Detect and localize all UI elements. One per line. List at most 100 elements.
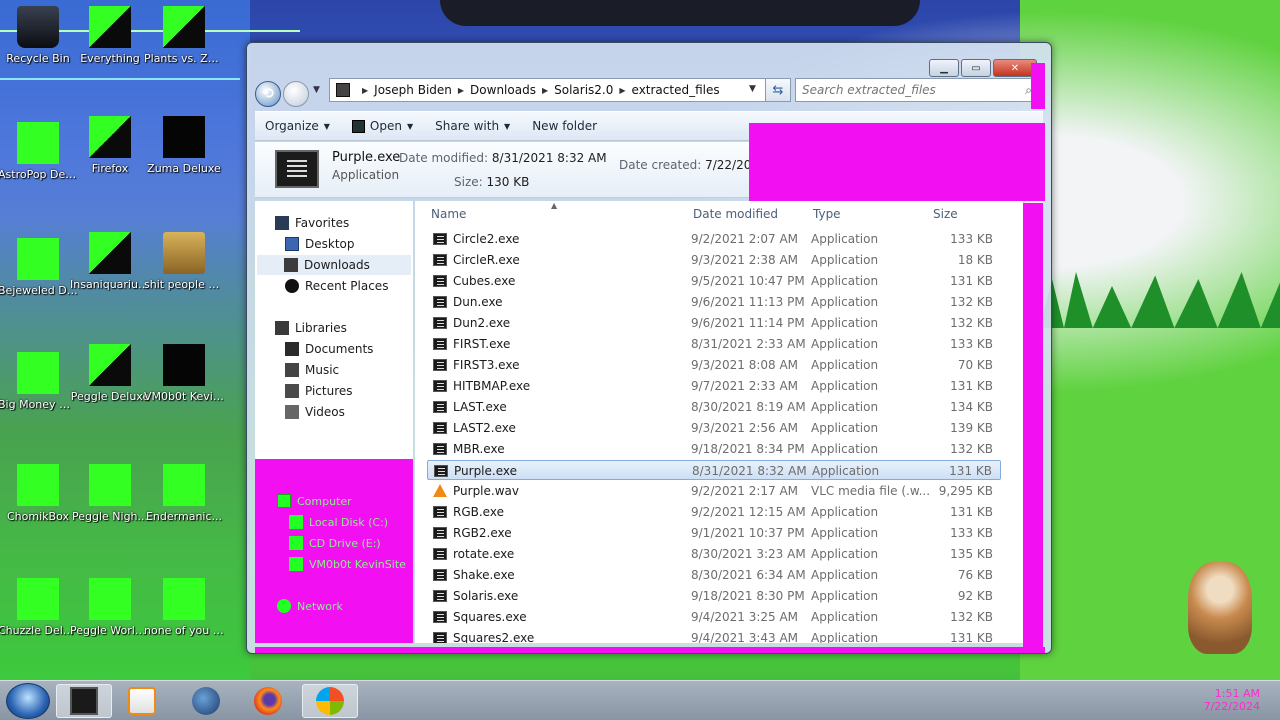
nav-videos[interactable]: Videos (285, 402, 345, 422)
taskbar-item-firefox[interactable] (240, 684, 296, 718)
desktop-icon-big-money[interactable]: Big Money Deluxe (0, 348, 78, 428)
nav-music[interactable]: Music (285, 360, 339, 380)
taskbar-item-media-player[interactable] (114, 684, 170, 718)
file-row[interactable]: Squares.exe 9/4/2021 3:25 AM Application 13… (427, 607, 1001, 627)
breadcrumb-user[interactable]: Joseph Biden (374, 83, 452, 97)
share-with-button[interactable]: Share with ▼ (435, 119, 510, 133)
nav-cd-drive[interactable]: CD Drive (E:) (289, 533, 381, 553)
desktop-icon-everything[interactable]: Everything (72, 2, 148, 82)
taskbar-item-explorer[interactable] (56, 684, 112, 718)
desktop-icon-folder-people[interactable]: shit people asked me ... (144, 228, 224, 308)
exe-icon (433, 527, 447, 539)
file-row[interactable]: Dun2.exe 9/6/2021 11:14 PM Application 132 … (427, 313, 1001, 333)
chevron-right-icon[interactable]: ▶ (542, 86, 548, 95)
forward-button[interactable] (283, 81, 309, 107)
file-row[interactable]: FIRST.exe 8/31/2021 2:33 AM Application 133… (427, 334, 1001, 354)
chevron-down-icon: ▼ (323, 121, 330, 131)
file-row[interactable]: Solaris.exe 9/18/2021 8:30 PM Application 9… (427, 586, 1001, 606)
maximize-button[interactable]: ▭ (961, 59, 991, 77)
file-row[interactable]: MBR.exe 9/18/2021 8:34 PM Application 132 K… (427, 439, 1001, 459)
nav-vm-share[interactable]: VM0b0t KevinSite (289, 554, 406, 574)
peggle-world-icon (89, 578, 131, 620)
nav-network[interactable]: Network (277, 596, 343, 616)
breadcrumb-extracted-files[interactable]: extracted_files (632, 83, 720, 97)
search-input[interactable] (802, 83, 1002, 97)
desktop-icon-firefox[interactable]: Firefox (72, 112, 148, 192)
file-row[interactable]: HITBMAP.exe 9/7/2021 2:33 AM Application 13… (427, 376, 1001, 396)
column-header-date-modified[interactable]: Date modified (693, 207, 778, 221)
file-row[interactable]: Purple.exe 8/31/2021 8:32 AM Application 13… (427, 460, 1001, 480)
nav-favorites[interactable]: Favorites (275, 213, 349, 233)
desktop-icon-bejeweled[interactable]: Bejeweled Deluxe (0, 234, 78, 314)
breadcrumb[interactable]: ▶ Joseph Biden ▶ Downloads ▶ Solaris2.0 … (329, 78, 777, 102)
desktop-icon-chuzzle[interactable]: Chuzzle Deluxe (0, 574, 78, 654)
file-name: Cubes.exe (453, 274, 516, 288)
chevron-right-icon[interactable]: ▶ (362, 86, 368, 95)
exe-icon (433, 506, 447, 518)
desktop-icon-astropop[interactable]: AstroPop Deluxe (0, 118, 78, 198)
new-folder-button[interactable]: New folder (532, 119, 597, 133)
nav-local-disk[interactable]: Local Disk (C:) (289, 512, 388, 532)
window-controls: ▁ ▭ ✕ (929, 59, 1037, 77)
system-clock[interactable]: 1:51 AM 7/22/2024 (1204, 687, 1260, 713)
desktop-icon-endermanic[interactable]: Endermanic... (146, 460, 222, 540)
minimize-button[interactable]: ▁ (929, 59, 959, 77)
file-size: 132 KB (950, 442, 993, 456)
file-row[interactable]: LAST2.exe 9/3/2021 2:56 AM Application 139 … (427, 418, 1001, 438)
column-header-size[interactable]: Size (933, 207, 958, 221)
open-button[interactable]: Open ▼ (351, 119, 413, 133)
desktop-icon-vm0b0t[interactable]: VM0b0t KevinSite (144, 340, 224, 420)
file-type: Application (811, 610, 879, 624)
file-row[interactable]: RGB.exe 9/2/2021 12:15 AM Application 131 K… (427, 502, 1001, 522)
file-row[interactable]: CircleR.exe 9/3/2021 2:38 AM Application 18… (427, 250, 1001, 270)
search-box[interactable]: ⌕ (795, 78, 1039, 102)
file-row[interactable]: LAST.exe 8/30/2021 8:19 AM Application 134 … (427, 397, 1001, 417)
exe-icon (433, 338, 447, 350)
taskbar-item-globe[interactable] (178, 684, 234, 718)
file-row[interactable]: RGB2.exe 9/1/2021 10:37 PM Application 133 … (427, 523, 1001, 543)
file-type: Application (811, 568, 879, 582)
column-header-name[interactable]: Name (431, 207, 466, 221)
refresh-icon: ⇆ (772, 82, 784, 98)
desktop-icon-peggle[interactable]: Peggle Deluxe (71, 340, 149, 420)
file-row[interactable]: Dun.exe 9/6/2021 11:13 PM Application 132 K… (427, 292, 1001, 312)
chevron-right-icon[interactable]: ▶ (619, 86, 625, 95)
file-row[interactable]: Squares2.exe 9/4/2021 3:43 AM Application 1… (427, 628, 1001, 643)
nav-documents[interactable]: Documents (285, 339, 373, 359)
organize-button[interactable]: Organize ▼ (265, 119, 330, 133)
chevron-right-icon[interactable]: ▶ (458, 86, 464, 95)
file-row[interactable]: rotate.exe 8/30/2021 3:23 AM Application 13… (427, 544, 1001, 564)
cd-drive-icon (289, 536, 303, 550)
desktop-icon-recycle-bin[interactable]: Recycle Bin (0, 2, 76, 82)
address-dropdown-icon[interactable]: ▼ (749, 84, 756, 94)
start-button[interactable] (6, 683, 50, 719)
file-row[interactable]: Purple.wav 9/2/2021 2:17 AM VLC media file… (427, 481, 1001, 501)
file-row[interactable]: Shake.exe 8/30/2021 6:34 AM Application 76 … (427, 565, 1001, 585)
desktop-icon-chomikbox[interactable]: ChomikBox (0, 460, 76, 540)
column-header-type[interactable]: Type (813, 207, 841, 221)
breadcrumb-solaris[interactable]: Solaris2.0 (554, 83, 613, 97)
desktop-icon-plants-vs-zombies[interactable]: Plants vs. Zombies (144, 2, 224, 82)
back-button[interactable]: ⟲ (255, 81, 281, 107)
file-date-modified: 9/2/2021 2:17 AM (691, 484, 799, 498)
taskbar-item-windows[interactable] (302, 684, 358, 718)
file-row[interactable]: Circle2.exe 9/2/2021 2:07 AM Application 13… (427, 229, 1001, 249)
nav-desktop[interactable]: Desktop (285, 234, 355, 254)
file-row[interactable]: Cubes.exe 9/5/2021 10:47 PM Application 131… (427, 271, 1001, 291)
desktop-icon-peggle-world[interactable]: Peggle World of Warcraft ... (70, 574, 150, 654)
desktop-icon-none-of-you[interactable]: none of you retards kno... (144, 574, 224, 654)
nav-downloads[interactable]: Downloads (257, 255, 411, 275)
nav-pictures[interactable]: Pictures (285, 381, 353, 401)
desktop-icon-peggle-nights[interactable]: Peggle Nigh... (72, 460, 148, 540)
desktop-icon-insaniquarium[interactable]: Insaniquarium Deluxe (70, 228, 150, 308)
nav-recent-places[interactable]: Recent Places (285, 276, 388, 296)
refresh-button[interactable]: ⇆ (765, 78, 791, 102)
exe-icon (433, 632, 447, 643)
file-row[interactable]: FIRST3.exe 9/3/2021 8:08 AM Application 70 … (427, 355, 1001, 375)
file-size: 131 KB (950, 379, 993, 393)
history-dropdown-icon[interactable]: ▼ (313, 85, 320, 95)
desktop-icon-zuma[interactable]: Zuma Deluxe (146, 112, 222, 192)
nav-computer[interactable]: Computer (277, 491, 352, 511)
nav-libraries[interactable]: Libraries (275, 318, 347, 338)
breadcrumb-downloads[interactable]: Downloads (470, 83, 536, 97)
